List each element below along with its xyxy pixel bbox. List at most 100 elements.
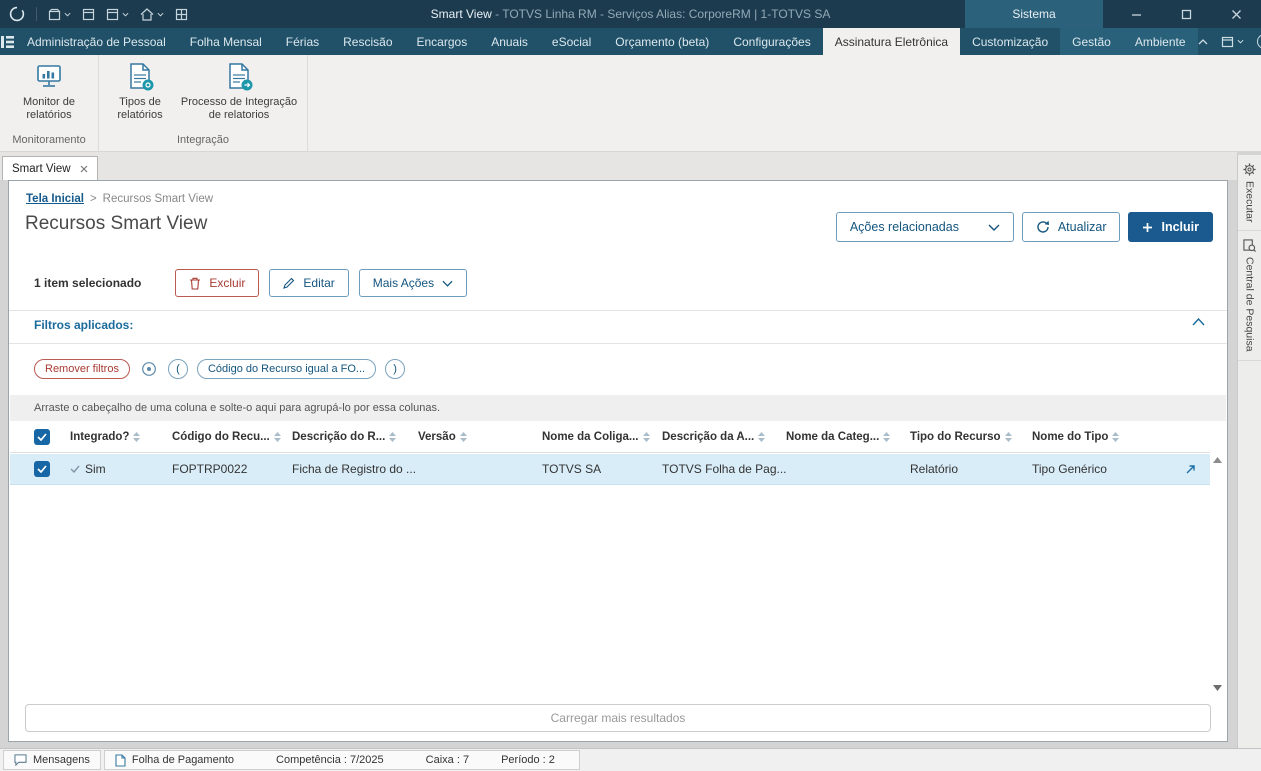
edit-button[interactable]: Editar [269,269,349,297]
scroll-down-icon[interactable] [1213,685,1222,691]
rail-label: Central de Pesquisa [1243,257,1256,352]
collapse-ribbon-icon[interactable] [1198,38,1208,45]
column-header-codigo[interactable]: Código do Recu... [172,431,292,443]
plus-icon [1143,222,1153,232]
select-all-checkbox[interactable] [34,428,50,445]
collapse-filters-icon[interactable] [1192,318,1205,326]
sort-icon [883,431,891,442]
remove-filters-button[interactable]: Remover filtros [34,359,130,379]
tab-close-icon[interactable] [80,165,88,173]
grid-icon[interactable] [175,8,188,21]
window-icon[interactable] [82,8,95,21]
more-actions-label: Mais Ações [372,276,435,290]
rail-item-central-de-pesquisa[interactable]: Central de Pesquisa [1238,231,1261,361]
title-bar: Smart View - TOTVS Linha RM - Serviços A… [0,0,1261,28]
table-row[interactable]: Sim FOPTRP0022 Ficha de Registro do ... … [10,454,1210,485]
open-parenthesis-button[interactable]: ( [167,359,188,379]
app-logo-icon [9,6,25,22]
breadcrumb-separator: > [89,193,97,205]
filter-chips-row: Remover filtros ( Código do Recurso igua… [34,359,406,379]
menu-item-esocial[interactable]: eSocial [540,28,603,55]
minimize-button[interactable] [1111,0,1161,28]
new-window-icon[interactable] [106,8,129,21]
filter-options-icon[interactable] [139,359,159,379]
more-actions-dropdown[interactable]: Mais Ações [358,269,468,297]
ribbon-item-monitor-de-relatorios[interactable]: Monitor de relatórios [5,62,93,122]
close-parenthesis-button[interactable]: ) [385,359,406,379]
column-header-versao[interactable]: Versão [418,431,542,443]
column-header-descricao-app[interactable]: Descrição da A... [662,431,786,443]
menu-item-configuracoes[interactable]: Configurações [721,28,822,55]
tab-label: Smart View [12,162,71,175]
right-rail: Executar Central de Pesquisa [1237,155,1261,748]
row-checkbox[interactable] [34,461,50,477]
workspace: Tela Inicial > Recursos Smart View Recur… [0,180,1237,748]
menu-item-rescisao[interactable]: Rescisão [331,28,404,55]
cell-descricao-app: TOTVS Folha de Pag... [662,462,786,476]
rail-item-executar[interactable]: Executar [1238,155,1261,232]
menu-item-encargos[interactable]: Encargos [405,28,480,55]
sort-icon [389,431,397,442]
competencia-status: Competência : 7/2025 [276,754,384,766]
module-name: Folha de Pagamento [131,754,235,766]
quick-access-cube-icon[interactable] [48,8,71,21]
delete-button[interactable]: Excluir [175,269,260,297]
messages-label: Mensagens [33,754,90,766]
gear-icon [1243,163,1256,176]
ribbon-item-label: Processo de Integração de relatorios [180,96,298,121]
sort-icon [758,431,766,442]
payroll-module-icon [115,753,126,767]
column-header-nome-tipo[interactable]: Nome do Tipo [1032,431,1152,443]
filter-chip[interactable]: Código do Recurso igual a FO... [196,359,377,379]
ribbon: Monitor de relatórios Monitoramento Tipo… [0,55,1261,152]
menu-item-ferias[interactable]: Férias [274,28,331,55]
app-menu-icon[interactable] [0,28,15,55]
menu-item-gestao[interactable]: Gestão [1060,28,1123,55]
open-record-icon[interactable] [1185,464,1196,475]
messages-button[interactable]: Mensagens [3,750,101,770]
context-tab-group-sistema: Sistema [965,0,1103,28]
menu-item-anuais[interactable]: Anuais [479,28,540,55]
menu-item-administracao-de-pessoal[interactable]: Administração de Pessoal [15,28,178,55]
chevron-down-icon [442,280,453,287]
ribbon-group-integracao: Tipos de relatórios Processo de Integraç… [99,55,308,151]
maximize-button[interactable] [1161,0,1211,28]
breadcrumb: Tela Inicial > Recursos Smart View [26,193,213,205]
tab-smart-view[interactable]: Smart View [2,156,98,180]
cell-integrado: Sim [70,462,172,476]
table-scrollbar[interactable] [1210,454,1225,694]
divider [9,310,1227,311]
ribbon-item-tipos-de-relatorios[interactable]: Tipos de relatórios [104,62,176,122]
report-types-icon [125,62,155,92]
menu-item-folha-mensal[interactable]: Folha Mensal [178,28,274,55]
group-by-hint: Arraste o cabeçalho de uma coluna e solt… [10,395,1226,421]
cell-codigo: FOPTRP0022 [172,462,248,476]
include-button[interactable]: Incluir [1128,212,1213,242]
help-icon[interactable] [1256,34,1261,49]
ribbon-tab-bar: Administração de Pessoal Folha Mensal Fé… [0,28,1261,55]
load-more-button[interactable]: Carregar mais resultados [25,704,1211,732]
selection-count: 1 item selecionado [34,276,142,290]
refresh-button[interactable]: Atualizar [1021,212,1121,242]
cell-descricao: Ficha de Registro do ... [292,462,417,476]
breadcrumb-home-link[interactable]: Tela Inicial [26,193,84,205]
column-header-descricao[interactable]: Descrição do R... [292,431,418,443]
column-header-coligada[interactable]: Nome da Coliga... [542,431,662,443]
home-icon[interactable] [140,7,164,21]
menu-item-ambiente[interactable]: Ambiente [1122,28,1198,55]
column-header-tipo-recurso[interactable]: Tipo do Recurso [910,431,1032,443]
menu-item-customizacao[interactable]: Customização [960,28,1060,55]
close-button[interactable] [1211,0,1261,28]
column-header-integrado[interactable]: Integrado? [70,431,172,443]
sort-icon [1112,431,1120,442]
menu-item-assinatura-eletronica[interactable]: Assinatura Eletrônica [822,28,961,55]
window-layout-icon[interactable] [1221,36,1244,48]
ribbon-item-processo-integracao-relatorios[interactable]: Processo de Integração de relatorios [176,62,302,122]
refresh-label: Atualizar [1057,220,1107,234]
check-icon [70,465,80,473]
scroll-up-icon[interactable] [1213,457,1222,463]
search-center-icon [1243,239,1256,253]
column-header-categoria[interactable]: Nome da Categ... [786,431,910,443]
menu-item-orcamento-beta[interactable]: Orçamento (beta) [603,28,721,55]
related-actions-dropdown[interactable]: Ações relacionadas [835,212,1014,242]
